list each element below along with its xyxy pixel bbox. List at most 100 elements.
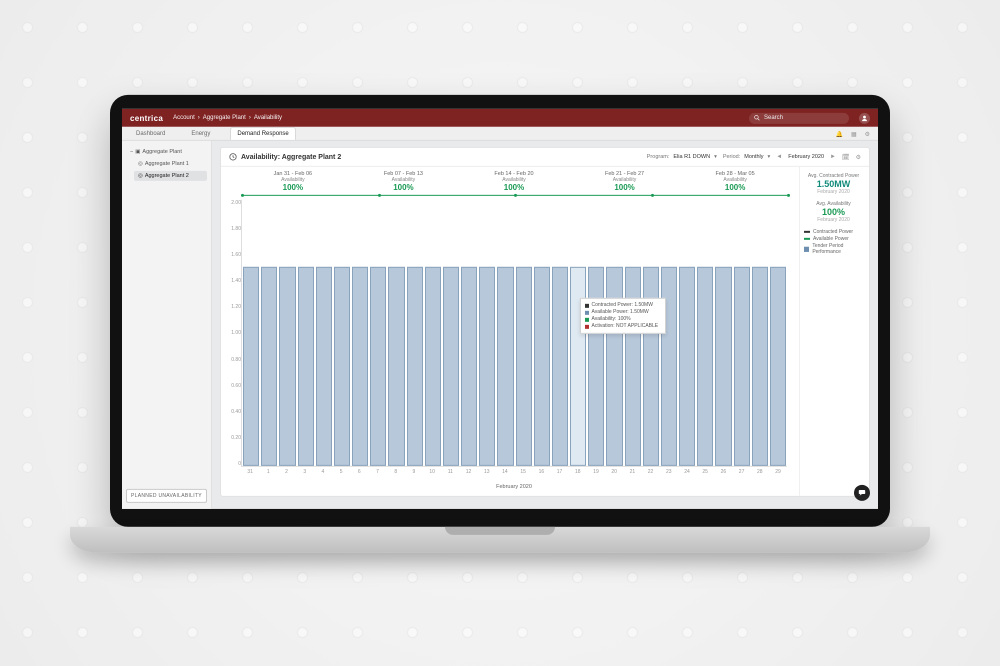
main-content: Availability: Aggregate Plant 2 Program:…	[212, 141, 878, 509]
crumb-aggregate-plant[interactable]: Aggregate Plant	[203, 115, 246, 121]
bar-chart: 2.001.801.601.401.201.000.800.600.400.20…	[241, 200, 787, 481]
brand-logo: centrica	[130, 113, 163, 122]
settings-icon[interactable]: ⚙	[856, 153, 861, 160]
bar-day[interactable]	[443, 266, 459, 466]
minus-icon: −	[130, 149, 133, 155]
bar-day[interactable]	[516, 266, 532, 466]
bar-day[interactable]	[461, 266, 477, 466]
gear-icon[interactable]: ⚙	[865, 131, 870, 138]
period-value: Monthly	[744, 154, 763, 160]
tree-item-plant-1[interactable]: ◎ Aggregate Plant 1	[134, 159, 207, 169]
laptop-bezel: centrica Account › Aggregate Plant › Ava…	[110, 95, 890, 527]
page-title: Availability: Aggregate Plant 2	[229, 153, 341, 161]
sidebar: − ▣ Aggregate Plant ◎ Aggregate Plant 1 …	[122, 141, 212, 509]
bar-day[interactable]	[625, 266, 641, 466]
week-summary: Feb 14 - Feb 20Availability100%	[462, 171, 566, 192]
x-axis: 3112345678910111213141516171819202122232…	[241, 469, 787, 481]
bar-day[interactable]	[643, 266, 659, 466]
chat-button[interactable]	[854, 485, 870, 501]
chart-area: Jan 31 - Feb 06Availability100%Feb 07 - …	[221, 167, 799, 496]
prev-button[interactable]: ◄	[776, 154, 782, 160]
chevron-right-icon: ›	[198, 115, 200, 121]
bar-day[interactable]	[370, 266, 386, 466]
bar-day[interactable]	[715, 266, 731, 466]
week-summary: Feb 21 - Feb 27Availability100%	[573, 171, 677, 192]
tree-item-label: Aggregate Plant 2	[145, 173, 189, 179]
x-axis-caption: February 2020	[235, 481, 793, 494]
marker-icon: ◎	[138, 173, 143, 179]
search-icon	[754, 115, 760, 121]
user-avatar[interactable]	[859, 112, 870, 123]
bar-day[interactable]	[243, 266, 259, 466]
clock-icon	[229, 153, 237, 161]
avg-availability: Avg. Availability 100% February 2020	[804, 201, 863, 223]
laptop-frame: centrica Account › Aggregate Plant › Ava…	[110, 95, 890, 553]
bar-day[interactable]	[606, 266, 622, 466]
card-title-text: Availability: Aggregate Plant 2	[241, 153, 341, 160]
tree-root[interactable]: − ▣ Aggregate Plant	[126, 147, 207, 157]
marker-icon: ◎	[138, 161, 143, 167]
bar-day[interactable]	[298, 266, 314, 466]
chart-legend: Contracted Power Available Power Tender …	[804, 229, 863, 255]
planned-unavailability-button[interactable]: PLANNED UNAVAILABILITY	[126, 489, 207, 503]
grid-icon[interactable]: ▦	[851, 131, 857, 138]
date-display: February 2020	[788, 154, 824, 160]
period-label: Period:	[723, 154, 740, 160]
bar-day[interactable]	[479, 266, 495, 466]
crumb-account[interactable]: Account	[173, 115, 195, 121]
bar-day[interactable]	[534, 266, 550, 466]
week-summary: Jan 31 - Feb 06Availability100%	[241, 171, 345, 192]
tab-demand-response[interactable]: Demand Response	[230, 127, 295, 140]
bar-day[interactable]	[770, 266, 786, 466]
bar-day[interactable]	[497, 266, 513, 466]
card-header: Availability: Aggregate Plant 2 Program:…	[221, 148, 869, 167]
chevron-down-icon: ▾	[768, 154, 771, 160]
avg-contracted-power: Avg. Contracted Power 1.50MW February 20…	[804, 173, 863, 195]
tree-item-plant-2[interactable]: ◎ Aggregate Plant 2	[134, 171, 207, 181]
bar-day[interactable]	[352, 266, 368, 466]
bar-day[interactable]	[279, 266, 295, 466]
bar-day[interactable]	[697, 266, 713, 466]
week-summary: Feb 28 - Mar 05Availability100%	[683, 171, 787, 192]
next-button[interactable]: ►	[830, 154, 836, 160]
period-filter[interactable]: Period: Monthly ▾	[723, 154, 770, 160]
breadcrumb: Account › Aggregate Plant › Availability	[173, 115, 282, 121]
app-header: centrica Account › Aggregate Plant › Ava…	[122, 109, 878, 127]
bar-day[interactable]	[334, 266, 350, 466]
tab-dashboard[interactable]: Dashboard	[130, 128, 171, 140]
bar-day[interactable]	[752, 266, 768, 466]
bar-day[interactable]	[316, 266, 332, 466]
tree-item-label: Aggregate Plant 1	[145, 161, 189, 167]
chevron-right-icon: ›	[249, 115, 251, 121]
availability-line	[241, 195, 787, 196]
bar-day[interactable]	[679, 266, 695, 466]
weekly-summary: Jan 31 - Feb 06Availability100%Feb 07 - …	[235, 171, 793, 194]
folder-icon: ▣	[135, 149, 140, 155]
calendar-icon[interactable]: 🗓	[842, 153, 850, 160]
nav-tabs: Dashboard Energy Demand Response 🔔 ▦ ⚙	[122, 127, 878, 141]
laptop-base	[70, 527, 930, 553]
user-icon	[861, 114, 868, 121]
bar-day[interactable]	[570, 266, 586, 466]
y-axis: 2.001.801.601.401.201.000.800.600.400.20…	[229, 200, 241, 467]
search-placeholder: Search	[764, 115, 783, 121]
tab-energy[interactable]: Energy	[185, 128, 216, 140]
bar-day[interactable]	[661, 266, 677, 466]
program-value: Elia R1 DOWN	[673, 154, 710, 160]
crumb-availability[interactable]: Availability	[254, 115, 282, 121]
search-input[interactable]: Search	[749, 112, 849, 123]
bar-day[interactable]	[588, 266, 604, 466]
metrics-panel: Avg. Contracted Power 1.50MW February 20…	[799, 167, 869, 496]
bar-day[interactable]	[407, 266, 423, 466]
bar-day[interactable]	[425, 266, 441, 466]
bar-day[interactable]	[261, 266, 277, 466]
chat-icon	[858, 489, 866, 497]
chevron-down-icon: ▾	[714, 154, 717, 160]
bar-day[interactable]	[734, 266, 750, 466]
program-filter[interactable]: Program: Elia R1 DOWN ▾	[647, 154, 717, 160]
bar-day[interactable]	[388, 266, 404, 466]
tree-root-label: Aggregate Plant	[142, 149, 181, 155]
program-label: Program:	[647, 154, 670, 160]
bar-day[interactable]	[552, 266, 568, 466]
bell-icon[interactable]: 🔔	[835, 131, 842, 138]
